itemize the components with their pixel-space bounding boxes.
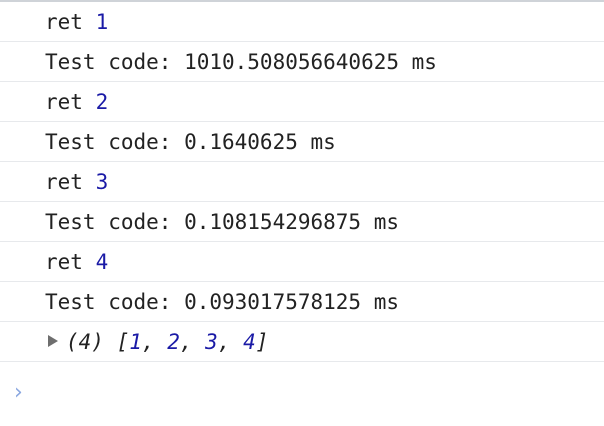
log-label: ret xyxy=(45,10,83,34)
console-prompt-icon[interactable]: › xyxy=(14,382,23,404)
console-log-timer-3: Test code: 0.108154296875 ms xyxy=(0,202,604,242)
array-close-bracket: ] xyxy=(255,330,269,354)
log-label: ret xyxy=(45,250,83,274)
log-number: 2 xyxy=(95,90,109,114)
log-number: 1 xyxy=(95,10,109,34)
array-value: 2 xyxy=(167,330,180,354)
log-label: ret xyxy=(45,90,83,114)
timer-text: Test code: 1010.508056640625 ms xyxy=(45,50,437,74)
console-array-result[interactable]: (4) [1, 2, 3, 4] xyxy=(0,322,604,362)
console-log-timer-2: Test code: 0.1640625 ms xyxy=(0,122,604,162)
devtools-console: ret 1 Test code: 1010.508056640625 ms re… xyxy=(0,0,604,426)
log-label: ret xyxy=(45,170,83,194)
array-preview[interactable]: (4) [1, 2, 3, 4] xyxy=(46,330,268,354)
console-log-timer-1: Test code: 1010.508056640625 ms xyxy=(0,42,604,82)
console-log-ret-1: ret 1 xyxy=(0,2,604,42)
array-open-bracket: [ xyxy=(116,330,130,354)
timer-text: Test code: 0.108154296875 ms xyxy=(45,210,400,234)
console-log-ret-3: ret 3 xyxy=(0,162,604,202)
array-value: 1 xyxy=(129,330,142,354)
log-number: 3 xyxy=(95,170,109,194)
array-count: (4) xyxy=(66,330,104,354)
array-value: 4 xyxy=(243,330,256,354)
expand-triangle-icon[interactable] xyxy=(48,335,58,347)
timer-text: Test code: 0.093017578125 ms xyxy=(45,290,400,314)
array-value: 3 xyxy=(205,330,218,354)
console-log-timer-4: Test code: 0.093017578125 ms xyxy=(0,282,604,322)
timer-text: Test code: 0.1640625 ms xyxy=(45,130,336,154)
console-log-ret-2: ret 2 xyxy=(0,82,604,122)
console-log-ret-4: ret 4 xyxy=(0,242,604,282)
log-number: 4 xyxy=(95,250,109,274)
